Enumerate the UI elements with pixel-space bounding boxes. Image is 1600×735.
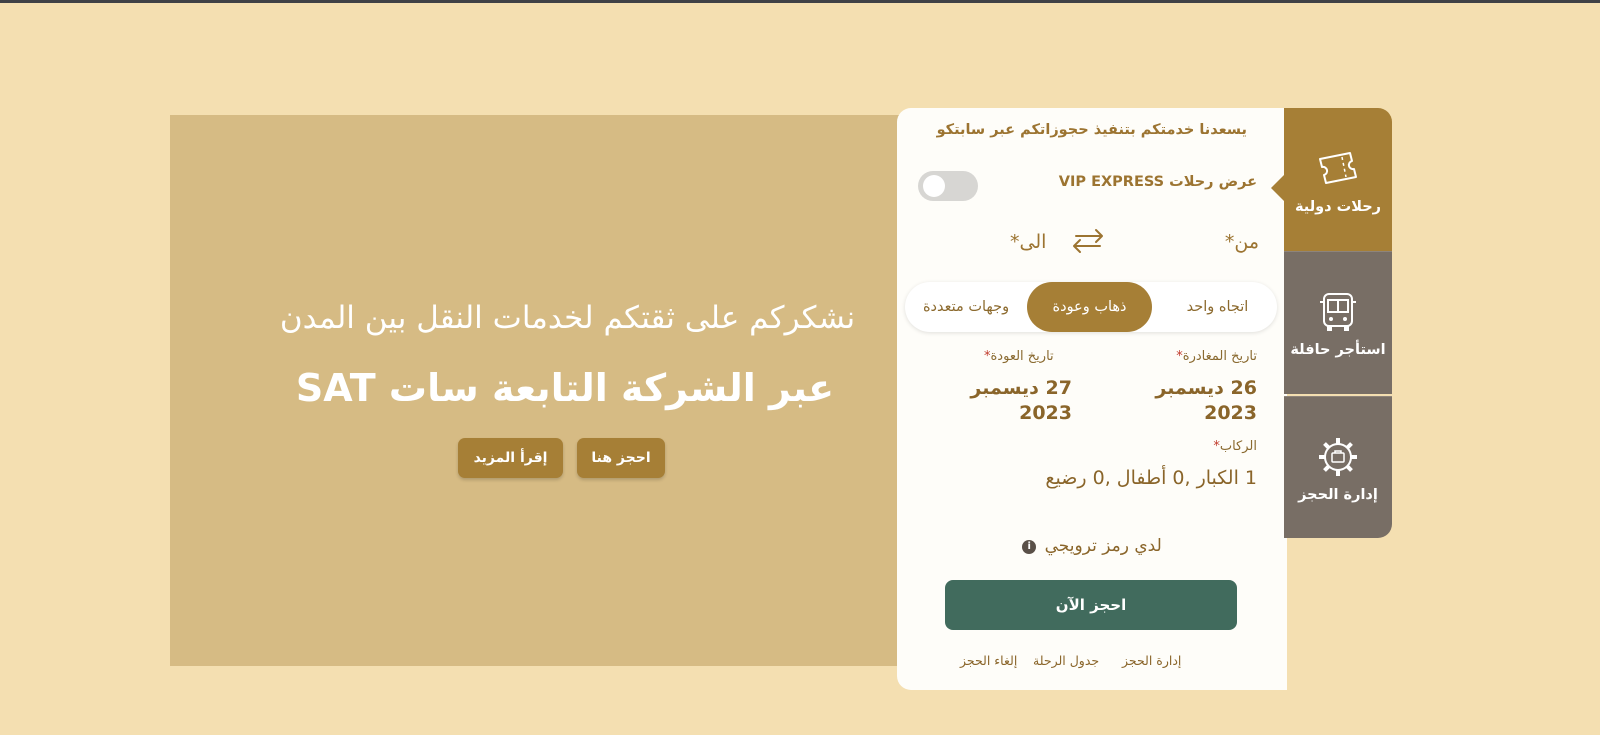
tab-international-label: رحلات دولية <box>1294 198 1382 215</box>
departure-label-text: تاريخ المغادرة <box>1182 349 1257 364</box>
tab-manage-booking-label: إدارة الحجز <box>1298 487 1378 503</box>
ticket-icon <box>1319 151 1357 184</box>
hero-read-more-button[interactable]: إقرأ المزيد <box>458 438 563 478</box>
booking-panel: يسعدنا خدمتكم بتنفيذ حجوزاتكم عبر سابتكو… <box>897 108 1287 690</box>
departure-date-field[interactable]: 26 ديسمبر 2023 <box>1147 376 1257 426</box>
book-now-button[interactable]: احجز الآن <box>945 580 1237 630</box>
promo-code-link[interactable]: لدي رمز ترويجي i <box>897 536 1287 556</box>
to-field[interactable]: الى* <box>1010 231 1046 253</box>
cancel-booking-link[interactable]: إلغاء الحجز <box>960 653 1017 668</box>
service-tabs: رحلات دولية استأجر حافلة إدارة الحجز <box>1284 108 1392 538</box>
return-date-field[interactable]: 27 ديسمبر 2023 <box>962 376 1072 426</box>
swap-icon[interactable] <box>1070 226 1106 256</box>
passengers-label-text: الركاب <box>1219 439 1257 454</box>
departure-date-label: تاريخ المغادرة* <box>1176 349 1257 364</box>
to-label: الى <box>1019 231 1047 253</box>
promo-code-label: لدي رمز ترويجي <box>1044 536 1162 556</box>
hero-heading: نشكركم على ثقتكم لخدمات النقل بين المدن <box>279 300 856 336</box>
top-bar <box>0 0 1600 3</box>
trip-type-tabs: اتجاه واحد ذهاب وعودة وجهات متعددة <box>905 282 1277 332</box>
tab-manage-booking[interactable]: إدارة الحجز <box>1284 396 1392 538</box>
tab-international-trips[interactable]: رحلات دولية <box>1284 108 1392 251</box>
bus-icon <box>1320 293 1356 331</box>
info-icon: i <box>1022 540 1037 554</box>
manage-booking-link[interactable]: إدارة الحجز <box>1122 653 1181 668</box>
tab-rent-bus[interactable]: استأجر حافلة <box>1284 251 1392 394</box>
tab-one-way[interactable]: اتجاه واحد <box>1160 282 1275 332</box>
hero-book-button[interactable]: احجز هنا <box>577 438 665 478</box>
return-date-label: تاريخ العودة* <box>984 349 1054 364</box>
from-field[interactable]: من* <box>1225 231 1259 253</box>
active-tab-pointer <box>1271 175 1284 201</box>
required-mark: * <box>1224 231 1235 253</box>
gear-icon <box>1319 438 1357 476</box>
required-mark: * <box>1010 231 1020 253</box>
vip-express-label: عرض رحلات VIP EXPRESS <box>1058 174 1257 190</box>
tab-round-trip[interactable]: ذهاب وعودة <box>1027 282 1152 332</box>
return-label-text: تاريخ العودة <box>990 349 1054 364</box>
vip-express-toggle[interactable] <box>918 171 978 201</box>
tab-rent-bus-label: استأجر حافلة <box>1290 342 1386 358</box>
booking-title: يسعدنا خدمتكم بتنفيذ حجوزاتكم عبر سابتكو <box>936 122 1247 138</box>
from-label: من <box>1234 231 1259 253</box>
trip-schedule-link[interactable]: جدول الرحلة <box>1033 653 1099 668</box>
passengers-field[interactable]: 1 الكبار ,0 أطفال ,0 رضيع <box>1045 467 1257 489</box>
tab-multi-city[interactable]: وجهات متعددة <box>905 282 1027 332</box>
passengers-label: الركاب* <box>1213 439 1257 454</box>
